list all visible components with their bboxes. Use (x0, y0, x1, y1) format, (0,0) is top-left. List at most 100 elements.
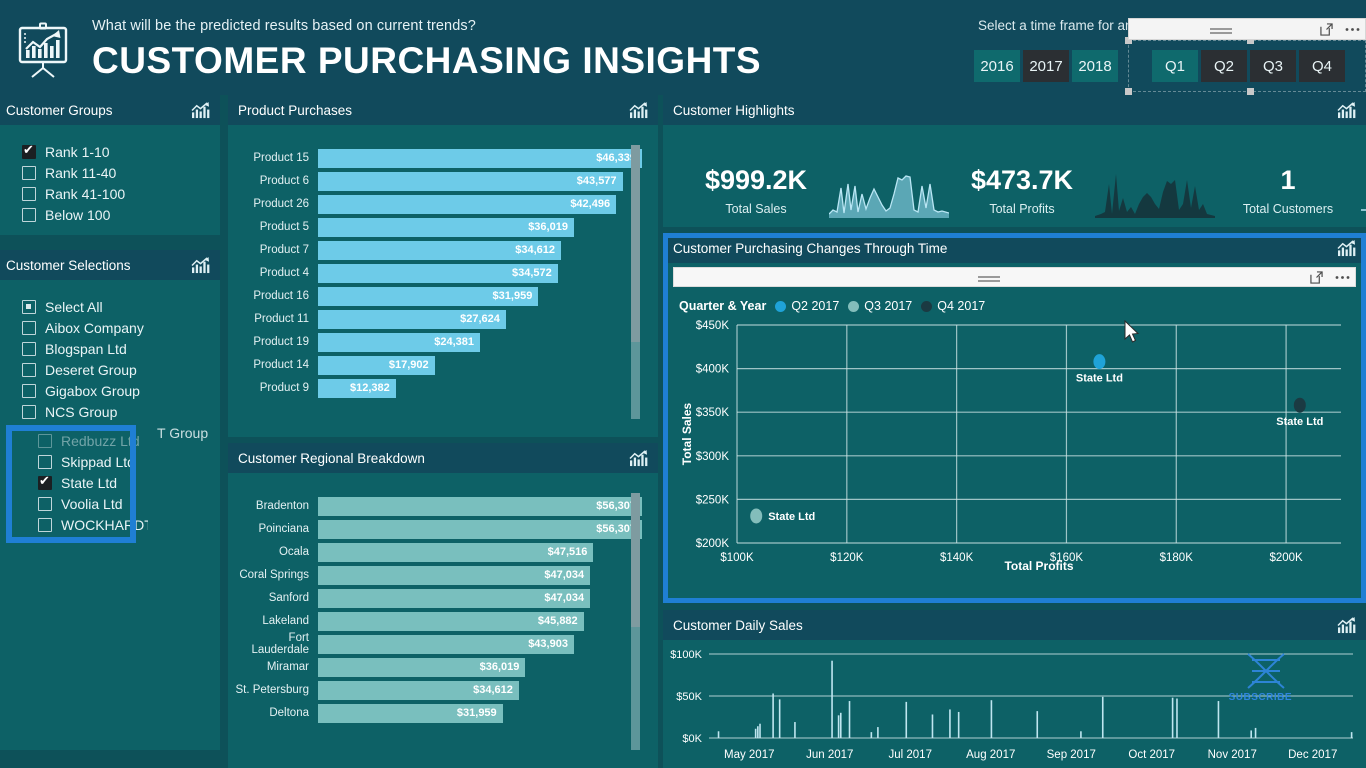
daily-bar[interactable] (1350, 732, 1353, 738)
drag-handle-icon[interactable] (674, 276, 1303, 278)
chart-arrow-icon[interactable] (629, 101, 648, 119)
daily-bar[interactable] (759, 723, 761, 738)
bar-fill[interactable]: $56,307 (318, 496, 642, 516)
legend-item-q3-2017[interactable]: Q3 2017 (848, 299, 912, 313)
scatter-point[interactable] (1093, 354, 1106, 370)
bar-row[interactable]: Ocala $47,516 (234, 541, 642, 563)
bar-row[interactable]: Product 4 $34,572 (234, 262, 642, 284)
year-button-2017[interactable]: 2017 (1023, 50, 1069, 82)
bar-fill[interactable]: $34,612 (318, 240, 561, 260)
daily-bar[interactable] (831, 660, 833, 738)
daily-bar[interactable] (1250, 730, 1252, 738)
bar-row[interactable]: Miramar $36,019 (234, 656, 642, 678)
checkbox-icon-unchecked[interactable] (22, 341, 36, 356)
bar-fill[interactable]: $31,959 (318, 703, 503, 723)
bar-row[interactable]: Product 15 $46,339 (234, 147, 642, 169)
daily-bar[interactable] (870, 732, 873, 738)
checkbox-row-ncs-group[interactable]: NCS Group (22, 401, 220, 422)
checkbox-row-rank-41-100[interactable]: Rank 41-100 (22, 183, 220, 204)
chart-arrow-icon[interactable] (191, 256, 210, 274)
bar-row[interactable]: Lakeland $45,882 (234, 610, 642, 632)
checkbox-row-rank-11-40[interactable]: Rank 11-40 (22, 162, 220, 183)
checkbox-row-redbuzz-ltd[interactable]: Redbuzz Ltd (38, 430, 148, 451)
quarter-button-q4[interactable]: Q4 (1299, 50, 1345, 82)
checkbox-icon-unchecked[interactable] (38, 517, 52, 532)
checkbox-row-gigabox-group[interactable]: Gigabox Group (22, 380, 220, 401)
bar-row[interactable]: Sanford $47,034 (234, 587, 642, 609)
bar-row[interactable]: Product 14 $17,902 (234, 354, 642, 376)
daily-bar[interactable] (877, 727, 879, 738)
daily-bar[interactable] (717, 731, 720, 738)
bar-row[interactable]: Product 5 $36,019 (234, 216, 642, 238)
scatter-plot[interactable]: $200K $250K $300K $350K $400K $450K $100K $120K… (673, 315, 1356, 585)
daily-bar[interactable] (1217, 701, 1220, 738)
scatter-point[interactable] (750, 508, 763, 524)
bar-fill[interactable]: $34,612 (318, 680, 519, 700)
quarter-button-q1[interactable]: Q1 (1152, 50, 1198, 82)
checkbox-row-select-all[interactable]: Select All (22, 296, 220, 317)
product-scrollbar-track[interactable] (631, 145, 640, 419)
daily-bar[interactable] (839, 712, 842, 738)
checkbox-icon-unchecked[interactable] (22, 165, 36, 180)
chart-arrow-icon[interactable] (191, 101, 210, 119)
legend-item-q4-2017[interactable]: Q4 2017 (921, 299, 985, 313)
bar-fill[interactable]: $47,516 (318, 542, 594, 562)
bar-fill[interactable]: $12,382 (318, 378, 396, 398)
bar-fill[interactable]: $42,496 (318, 194, 617, 214)
checkbox-icon-partial[interactable] (22, 299, 36, 314)
daily-bar[interactable] (1171, 697, 1174, 738)
bar-fill[interactable]: $43,903 (318, 634, 574, 654)
checkbox-icon-unchecked[interactable] (38, 496, 52, 511)
daily-bar[interactable] (931, 714, 934, 738)
checkbox-row-state-ltd[interactable]: State Ltd (38, 472, 148, 493)
daily-bar[interactable] (754, 728, 757, 738)
bar-fill[interactable]: $36,019 (318, 657, 526, 677)
checkbox-row-blogspan-ltd[interactable]: Blogspan Ltd (22, 338, 220, 359)
bar-fill[interactable]: $43,577 (318, 171, 623, 191)
bar-row[interactable]: Coral Springs $47,034 (234, 564, 642, 586)
focus-mode-icon[interactable] (1303, 270, 1329, 284)
bar-fill[interactable]: $45,882 (318, 611, 584, 631)
regional-scrollbar-thumb[interactable] (631, 493, 640, 627)
year-button-2018[interactable]: 2018 (1072, 50, 1118, 82)
daily-bar[interactable] (1036, 711, 1039, 738)
chart-arrow-icon[interactable] (1337, 101, 1356, 119)
checkbox-row-rank-1-10[interactable]: Rank 1-10 (22, 141, 220, 162)
more-options-icon[interactable] (1339, 27, 1365, 32)
bar-fill[interactable]: $27,624 (318, 309, 506, 329)
daily-bar[interactable] (905, 701, 908, 738)
bar-row[interactable]: Product 7 $34,612 (234, 239, 642, 261)
year-button-2016[interactable]: 2016 (974, 50, 1020, 82)
daily-bar[interactable] (848, 701, 851, 738)
quarter-button-q2[interactable]: Q2 (1201, 50, 1247, 82)
bar-row[interactable]: Product 19 $24,381 (234, 331, 642, 353)
daily-bar[interactable] (772, 693, 774, 738)
checkbox-icon-unchecked[interactable] (22, 207, 36, 222)
daily-bar[interactable] (990, 700, 993, 738)
bar-fill[interactable]: $17,902 (318, 355, 435, 375)
daily-bar[interactable] (778, 699, 781, 738)
bar-fill[interactable]: $56,307 (318, 519, 642, 539)
chart-arrow-icon[interactable] (629, 449, 648, 467)
legend-item-q2-2017[interactable]: Q2 2017 (775, 299, 839, 313)
checkbox-row-below-100[interactable]: Below 100 (22, 204, 220, 225)
bar-fill[interactable]: $47,034 (318, 588, 591, 608)
bar-row[interactable]: St. Petersburg $34,612 (234, 679, 642, 701)
daily-bar[interactable] (1254, 727, 1257, 738)
product-scrollbar-thumb[interactable] (631, 145, 640, 343)
checkbox-icon-unchecked[interactable] (22, 186, 36, 201)
chart-arrow-icon[interactable] (1337, 616, 1356, 634)
daily-bar[interactable] (837, 715, 840, 738)
bar-fill[interactable]: $31,959 (318, 286, 539, 306)
daily-bar[interactable] (1080, 731, 1082, 738)
bar-row[interactable]: Deltona $31,959 (234, 702, 642, 724)
bar-fill[interactable]: $34,572 (318, 263, 558, 283)
daily-bar[interactable] (794, 722, 796, 738)
checkbox-icon-checked[interactable] (22, 142, 36, 159)
checkbox-row-voolia-ltd[interactable]: Voolia Ltd (38, 493, 148, 514)
bar-row[interactable]: Product 6 $43,577 (234, 170, 642, 192)
checkbox-icon-unchecked[interactable] (38, 433, 52, 448)
bar-row[interactable]: Product 26 $42,496 (234, 193, 642, 215)
checkbox-icon-unchecked[interactable] (22, 320, 36, 335)
checkbox-row-aibox-company[interactable]: Aibox Company (22, 317, 220, 338)
